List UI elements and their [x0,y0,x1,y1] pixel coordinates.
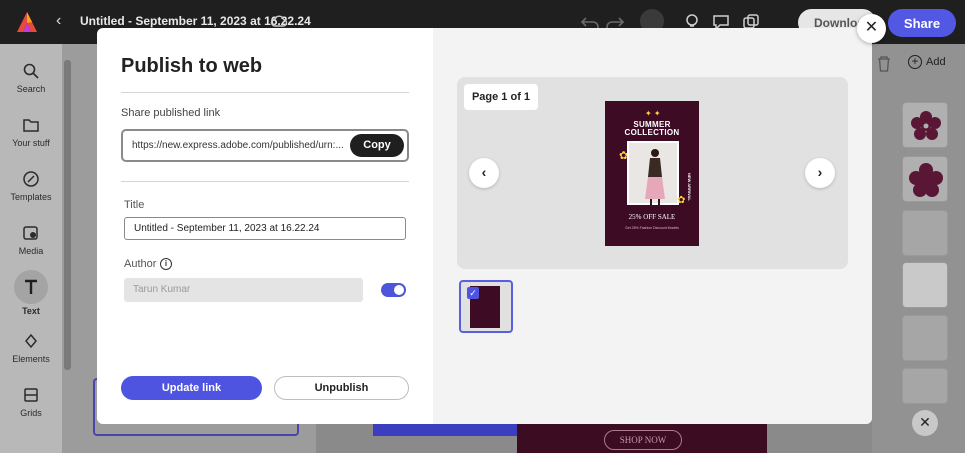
next-page-button[interactable]: › [805,158,835,188]
author-field: Tarun Kumar [124,278,363,302]
share-link-label: Share published link [121,107,221,119]
rail-label: Media [18,246,44,256]
flower-icon [909,163,943,197]
trash-icon[interactable] [877,56,891,72]
author-label: Author [124,258,157,270]
rail-label: Grids [20,408,42,418]
flower-icon: ✿ [677,195,686,206]
folder-icon [23,119,39,132]
flower-icon [911,111,941,140]
title-input[interactable]: Untitled - September 11, 2023 at 16.22.2… [124,217,406,240]
text-icon [25,279,37,294]
published-link-field[interactable]: https://new.express.adobe.com/published/… [121,129,409,162]
preview-pane: Page 1 of 1 ‹ › ✦ ✦ SUMMER COLLECTION ✿ … [433,28,872,424]
share-button[interactable]: Share [888,9,956,37]
copy-button[interactable]: Copy [350,134,404,157]
elements-icon [25,333,37,349]
media-icon [23,226,38,240]
rail-item-elements[interactable]: Elements [0,332,62,364]
publish-settings: Publish to web Share published link http… [97,28,433,424]
asset-tile[interactable] [902,156,948,202]
modal-title: Publish to web [121,55,263,77]
poster-offer: 25% OFF SALE [628,213,676,221]
publish-modal: Publish to web Share published link http… [97,28,872,424]
left-rail: Search Your stuff Templates Media Text E… [0,44,62,453]
grids-icon [24,388,38,402]
rail-label: Your stuff [12,138,50,148]
divider [121,92,409,93]
divider [121,181,409,182]
unpublish-button[interactable]: Unpublish [274,376,409,400]
previous-page-button[interactable]: ‹ [469,158,499,188]
author-toggle[interactable] [381,283,406,297]
checkmark-icon: ✓ [467,287,479,299]
poster-title-line2: COLLECTION [624,128,680,137]
asset-tile[interactable] [902,210,948,256]
rail-item-grids[interactable]: Grids [0,386,62,418]
add-label: Add [926,56,946,68]
toggle-knob [394,285,404,295]
sparkle-icon: ✦ ✦ [645,109,661,118]
back-icon[interactable]: ‹ [56,12,61,30]
chevron-left-icon: ‹ [481,164,487,180]
page-preview: Page 1 of 1 ‹ › ✦ ✦ SUMMER COLLECTION ✿ … [457,77,848,269]
chevron-right-icon: › [817,164,823,180]
page-thumbnail[interactable]: ✓ [459,280,513,333]
rail-label: Elements [12,354,50,364]
rail-item-text[interactable]: Text [0,270,62,316]
page-indicator: Page 1 of 1 [464,84,538,110]
rail-item-search[interactable]: Search [0,62,62,94]
adobe-express-logo-icon[interactable] [14,9,40,35]
add-button[interactable]: + Add [908,55,946,69]
rail-label: Text [22,306,40,316]
shop-now-text: SHOP NOW [604,430,682,450]
rail-label: Search [16,84,46,94]
asset-tile[interactable] [902,102,948,148]
published-link-value[interactable]: https://new.express.adobe.com/published/… [132,140,344,151]
poster-fine-print: Get 25% Fashion Discount Models [625,226,679,230]
poster-preview: ✦ ✦ SUMMER COLLECTION ✿ ✿ NEW ARRIVAL 25… [605,101,699,246]
poster-side-text: NEW ARRIVAL [687,173,692,201]
update-link-button[interactable]: Update link [121,376,262,400]
poster-photo [627,141,679,205]
info-icon[interactable]: i [160,258,172,270]
title-label: Title [124,199,145,211]
asset-tile[interactable] [902,368,948,404]
panel-scrollbar[interactable] [64,60,71,370]
close-modal-icon[interactable]: ✕ [857,14,886,43]
plus-icon: + [908,55,922,69]
rail-item-your-stuff[interactable]: Your stuff [0,116,62,148]
model-figure-icon [645,149,665,205]
asset-tile[interactable] [902,262,948,308]
rail-label: Templates [10,192,52,202]
close-icon[interactable]: ✕ [912,410,938,436]
templates-icon [23,171,39,187]
rail-item-media[interactable]: Media [0,224,62,256]
search-icon [23,63,39,79]
asset-tile[interactable] [902,315,948,361]
rail-item-templates[interactable]: Templates [0,170,62,202]
